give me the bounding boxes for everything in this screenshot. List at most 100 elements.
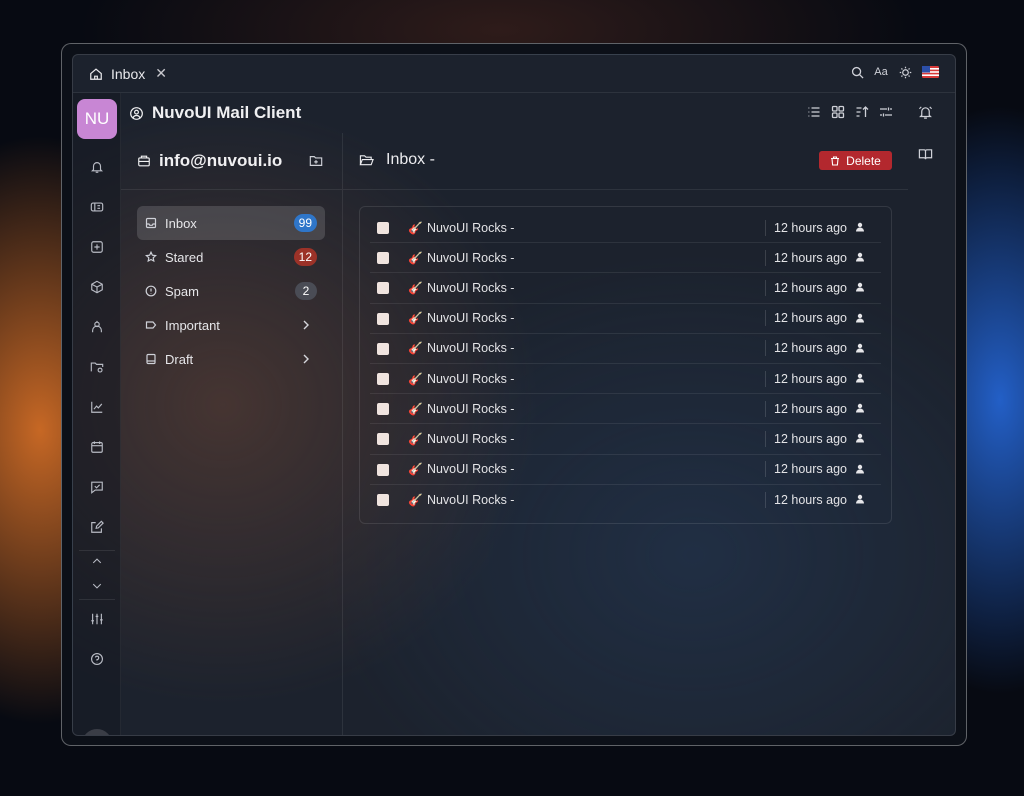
message-row[interactable]: 🎸 NuvoUI Rocks - 12 hours ago [370,334,881,364]
folder-header: Inbox - [359,151,435,169]
message-time: 12 hours ago [765,461,847,478]
select-checkbox[interactable] [377,403,389,416]
sort-icon[interactable] [855,105,869,119]
select-checkbox[interactable] [377,433,389,446]
message-row[interactable]: 🎸 NuvoUI Rocks - 12 hours ago [370,394,881,425]
folder-cog-icon[interactable] [87,357,107,377]
message-row[interactable]: 🎸 NuvoUI Rocks - 12 hours ago [370,455,881,485]
list-view-icon[interactable] [807,105,821,119]
chevron-down-icon[interactable] [87,576,107,596]
message-subject: 🎸 NuvoUI Rocks - [408,372,514,386]
close-icon[interactable]: ✕ [155,65,167,82]
message-row[interactable]: 🎸 NuvoUI Rocks - 12 hours ago [370,364,881,395]
select-checkbox[interactable] [377,493,389,506]
bell-icon[interactable] [87,157,107,177]
person-icon[interactable] [855,494,865,504]
guitar-icon: 🎸 [408,401,423,416]
new-folder-icon[interactable] [309,154,323,168]
select-checkbox[interactable] [377,312,389,325]
select-checkbox[interactable] [377,252,389,265]
add-square-icon[interactable] [87,237,107,257]
avatar[interactable]: NU [82,729,112,735]
theme-sun-icon[interactable] [898,65,912,79]
message-subject: 🎸 NuvoUI Rocks - [408,251,514,265]
alarm-icon[interactable] [918,105,934,121]
message-row[interactable]: 🎸 NuvoUI Rocks - 12 hours ago [370,213,881,244]
search-icon[interactable] [850,65,864,79]
message-row[interactable]: 🎸 NuvoUI Rocks - 12 hours ago [370,273,881,304]
count-badge: 99 [293,214,317,232]
select-checkbox[interactable] [377,463,389,476]
person-icon[interactable] [855,464,865,474]
person-icon[interactable] [855,373,865,383]
guitar-icon: 🎸 [408,492,423,507]
guitar-icon: 🎸 [408,250,423,265]
folder-item-spam[interactable]: Spam 2 [137,274,325,308]
help-icon[interactable] [87,649,107,669]
subject-text: NuvoUI Rocks - [426,371,515,386]
view-toolbar [807,105,893,119]
message-time: 12 hours ago [765,219,847,236]
left-rail: NU NU [73,93,121,735]
message-row[interactable]: 🎸 NuvoUI Rocks - 12 hours ago [370,485,881,515]
top-bar: Inbox ✕ Aa [73,55,955,93]
person-icon[interactable] [855,343,865,353]
select-checkbox[interactable] [377,282,389,295]
folder-label: Spam [165,283,199,299]
count-badge: 2 [295,282,317,300]
sliders-icon[interactable] [87,609,107,629]
cube-icon[interactable] [87,277,107,297]
message-row[interactable]: 🎸 NuvoUI Rocks - 12 hours ago [370,243,881,274]
folder-item-draft[interactable]: Draft [137,342,325,376]
font-size-icon[interactable]: Aa [874,65,888,79]
tab-inbox[interactable]: Inbox ✕ [89,65,167,82]
user-circle-icon [129,106,144,121]
folder-item-inbox[interactable]: Inbox 99 [137,206,325,240]
folder-item-stared[interactable]: Stared 12 [137,240,325,274]
chevron-right-icon[interactable] [301,319,311,331]
person-icon[interactable] [855,403,865,413]
person-icon[interactable] [855,433,865,443]
message-subject: 🎸 NuvoUI Rocks - [408,462,514,476]
divider [121,189,342,190]
message-panel: Inbox - Delete 🎸 NuvoUI Rocks -12 hours a… [343,133,955,735]
subject-text: NuvoUI Rocks - [426,431,515,446]
chevron-right-icon[interactable] [301,353,311,365]
chart-line-icon[interactable] [87,397,107,417]
subject-text: NuvoUI Rocks - [426,280,515,295]
folder-label: Draft [165,351,194,367]
select-checkbox[interactable] [377,222,389,234]
chat-check-icon[interactable] [87,477,107,497]
person-icon[interactable] [855,282,865,292]
tab-label: Inbox [111,65,146,82]
chevron-up-icon[interactable] [87,551,107,571]
edit-icon[interactable] [87,517,107,537]
delete-button[interactable]: Delete [819,151,892,170]
trash-icon [831,155,840,166]
folder-open-icon [359,153,374,168]
filter-icon[interactable] [879,105,893,119]
folder-item-important[interactable]: Important [137,308,325,342]
message-row[interactable]: 🎸 NuvoUI Rocks - 12 hours ago [370,424,881,455]
select-checkbox[interactable] [377,372,389,385]
app-logo[interactable]: NU [77,99,117,139]
folder-label: Important [165,317,220,333]
calendar-icon[interactable] [87,437,107,457]
message-row[interactable]: 🎸 NuvoUI Rocks - 12 hours ago [370,304,881,334]
message-time: 12 hours ago [765,370,847,387]
person-icon[interactable] [855,313,865,323]
id-card-icon[interactable] [87,197,107,217]
person-icon[interactable] [855,222,865,232]
select-checkbox[interactable] [377,342,389,355]
person-icon[interactable] [855,252,865,262]
app-header: NuvoUI Mail Client [129,103,301,123]
message-time: 12 hours ago [765,279,847,296]
us-flag-icon[interactable] [922,65,939,79]
message-subject: 🎸 NuvoUI Rocks - [408,311,514,325]
guitar-icon: 🎸 [408,280,423,295]
guitar-icon: 🎸 [408,371,423,386]
rail-divider [79,599,115,600]
robot-icon[interactable] [87,317,107,337]
folder-title: Inbox - [386,151,435,168]
grid-view-icon[interactable] [831,105,845,119]
